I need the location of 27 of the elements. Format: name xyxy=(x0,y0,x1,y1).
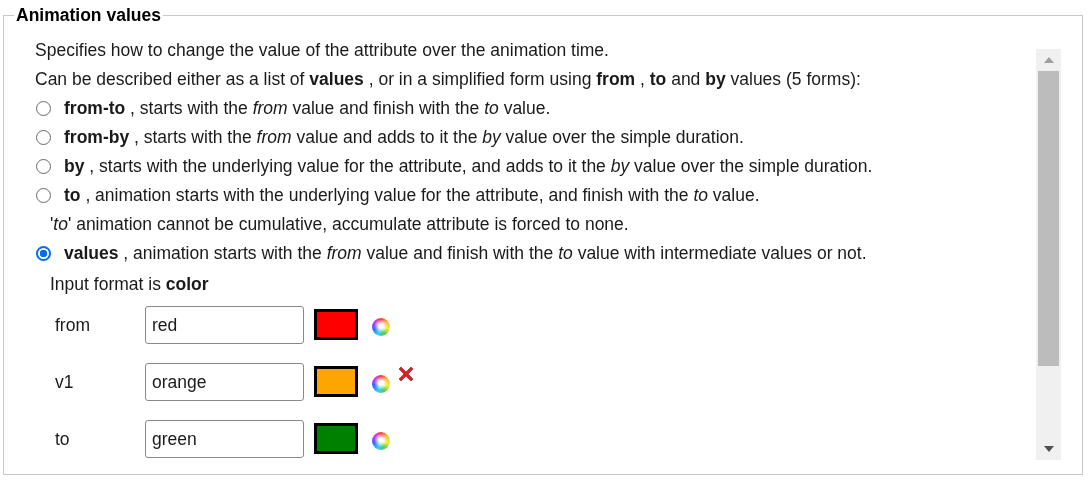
option-label: from-by , starts with the from value and adds to it the by value over the simple duration. xyxy=(64,127,744,148)
option-label: to , animation starts with the underlying value for the attribute, and finish with the to value. xyxy=(64,185,760,206)
color-wheel-icon[interactable] xyxy=(372,432,390,450)
value-field[interactable]: green xyxy=(145,420,304,458)
color-swatch[interactable] xyxy=(314,423,358,454)
format-text: Input format is color xyxy=(49,273,210,296)
description-text: Can be described either as a list of values , or in a simplified form using from , to and by values (5 forms): xyxy=(35,68,862,91)
delete-icon[interactable] xyxy=(398,366,414,382)
color-swatch[interactable] xyxy=(314,366,358,397)
panel-title: Animation values xyxy=(15,5,162,26)
radio-button[interactable] xyxy=(36,246,51,261)
color-swatch[interactable] xyxy=(314,309,358,340)
color-wheel-icon[interactable] xyxy=(372,375,390,393)
color-wheel-icon[interactable] xyxy=(372,318,390,336)
value-label: to xyxy=(55,428,71,450)
value-field[interactable]: red xyxy=(145,306,304,344)
option-label: by , starts with the underlying value for the attribute, and adds to it the by value over the simple duration. xyxy=(64,156,873,177)
scroll-up-icon[interactable] xyxy=(1043,57,1054,63)
value-label: from xyxy=(55,314,91,336)
option-label: values , animation starts with the from value and finish with the to value with intermediate values or not. xyxy=(64,243,867,264)
value-label: v1 xyxy=(55,371,75,393)
note-text: 'to' animation cannot be cumulative, accumulate attribute is forced to none. xyxy=(49,213,630,236)
scroll-down-icon[interactable] xyxy=(1043,446,1054,452)
description-text: Specifies how to change the value of the attribute over the animation time. xyxy=(35,39,610,62)
value-field[interactable]: orange xyxy=(145,363,304,401)
option-label: from-to , starts with the from value and finish with the to value. xyxy=(64,98,551,119)
scrollbar-thumb[interactable] xyxy=(1038,71,1059,366)
